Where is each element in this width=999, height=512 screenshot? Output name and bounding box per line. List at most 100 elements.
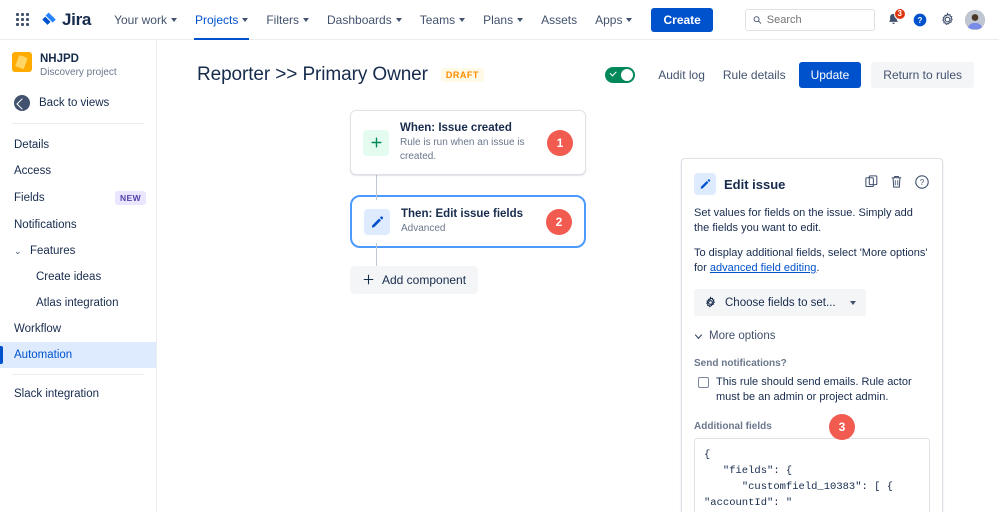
- sidebar-item-label: Features: [30, 245, 76, 257]
- component-text: Then: Edit issue fields Advanced: [401, 207, 535, 236]
- rule-component-action[interactable]: Then: Edit issue fields Advanced 2: [355, 200, 581, 243]
- rule-details-button[interactable]: Rule details: [714, 62, 795, 88]
- duplicate-icon[interactable]: [864, 174, 879, 194]
- audit-log-button[interactable]: Audit log: [649, 62, 714, 88]
- sidebar-item-label: Automation: [14, 349, 73, 361]
- notifications-bell-icon[interactable]: 3: [884, 7, 906, 29]
- chevron-down-icon: [170, 17, 177, 22]
- search-icon: [753, 15, 762, 24]
- panel-header: Edit issue ?: [694, 173, 930, 195]
- step-badge-3: 3: [829, 414, 855, 440]
- rule-component-action-wrapper: Then: Edit issue fields Advanced 2: [350, 195, 586, 248]
- additional-fields-textarea[interactable]: { "fields": { "customfield_10383": [ { "…: [694, 438, 930, 512]
- sidebar-item-label: Slack integration: [14, 388, 100, 400]
- nav-item-dashboards[interactable]: Dashboards: [318, 0, 411, 40]
- sidebar-item-fields[interactable]: Fields NEW: [0, 184, 156, 212]
- app-switcher-icon[interactable]: [10, 8, 34, 32]
- nav-item-projects[interactable]: Projects: [186, 0, 257, 40]
- sidebar-item-create-ideas[interactable]: Create ideas: [0, 264, 156, 290]
- chevron-down-icon: [242, 17, 249, 22]
- rule-component-trigger[interactable]: When: Issue created Rule is run when an …: [350, 110, 586, 175]
- sidebar-item-label: Create ideas: [36, 271, 102, 283]
- plus-trigger-icon: [363, 129, 389, 156]
- sidebar-divider-2: [12, 374, 144, 375]
- add-component-button[interactable]: Add component: [350, 266, 479, 294]
- plus-icon: [362, 273, 375, 287]
- panel-description-2: To display additional fields, select 'Mo…: [694, 246, 930, 276]
- jira-logo[interactable]: Jira: [40, 10, 91, 30]
- return-to-rules-button[interactable]: Return to rules: [871, 62, 974, 88]
- rule-enabled-toggle[interactable]: [605, 67, 636, 83]
- nav-item-assets[interactable]: Assets: [532, 0, 586, 40]
- chevron-down-icon: [626, 17, 633, 22]
- project-type: Discovery project: [40, 67, 117, 78]
- gear-icon[interactable]: [938, 11, 956, 29]
- sidebar-nav-list: Details Access Fields NEW Notifications …: [0, 128, 156, 407]
- trash-icon[interactable]: [889, 174, 904, 194]
- sidebar-item-label: Fields: [14, 192, 45, 204]
- search-input[interactable]: [766, 13, 867, 26]
- project-avatar-icon: [12, 52, 32, 72]
- panel-description-2-suffix: .: [816, 262, 820, 274]
- back-to-views-button[interactable]: Back to views: [0, 91, 156, 121]
- nav-item-plans[interactable]: Plans: [474, 0, 532, 40]
- sidebar-item-notifications[interactable]: Notifications: [0, 212, 156, 238]
- chevron-down-icon: [395, 17, 402, 22]
- more-options-toggle[interactable]: More options: [694, 330, 930, 342]
- chevron-down-icon: ⌄: [14, 245, 22, 256]
- create-button[interactable]: Create: [651, 7, 713, 32]
- panel-title: Edit issue: [724, 176, 786, 192]
- advanced-field-editing-link[interactable]: advanced field editing: [710, 262, 816, 274]
- help-icon[interactable]: ?: [914, 174, 930, 195]
- arrow-left-icon: [14, 95, 30, 111]
- nav-item-filters[interactable]: Filters: [257, 0, 318, 40]
- rule-header: Reporter >> Primary Owner DRAFT Audit lo…: [157, 40, 999, 88]
- page-title: Reporter >> Primary Owner: [197, 64, 428, 85]
- panel-header-icons: ?: [864, 174, 930, 195]
- project-key: NHJPD: [40, 53, 79, 65]
- sidebar-item-automation[interactable]: Automation: [0, 342, 156, 368]
- project-header[interactable]: NHJPD Discovery project: [0, 50, 156, 91]
- help-icon[interactable]: ?: [911, 11, 929, 29]
- nav-item-your-work[interactable]: Your work: [105, 0, 186, 40]
- project-sidebar: NHJPD Discovery project Back to views De…: [0, 40, 157, 512]
- search-box[interactable]: [745, 8, 875, 31]
- sidebar-item-label: Workflow: [14, 323, 62, 335]
- sidebar-item-slack-integration[interactable]: Slack integration: [0, 381, 156, 407]
- status-badge: DRAFT: [440, 68, 484, 82]
- svg-text:?: ?: [920, 178, 925, 187]
- jira-logo-icon: [40, 11, 58, 29]
- nav-item-apps[interactable]: Apps: [586, 0, 641, 40]
- sidebar-item-access[interactable]: Access: [0, 158, 156, 184]
- sidebar-item-atlas-integration[interactable]: Atlas integration: [0, 290, 156, 316]
- svg-text:?: ?: [918, 16, 923, 25]
- send-notifications-label: Send notifications?: [694, 358, 787, 369]
- send-notifications-row[interactable]: This rule should send emails. Rule actor…: [694, 375, 930, 405]
- chevron-down-icon: [517, 17, 524, 22]
- gear-icon: [706, 296, 715, 308]
- rule-flow: When: Issue created Rule is run when an …: [350, 110, 586, 266]
- add-component-label: Add component: [382, 273, 467, 287]
- send-notifications-checkbox[interactable]: [698, 377, 709, 388]
- sidebar-divider: [12, 123, 144, 124]
- choose-fields-dropdown[interactable]: Choose fields to set...: [694, 289, 866, 316]
- step-badge-2: 2: [546, 208, 572, 235]
- top-navigation-bar: Jira Your work Projects Filters Dashboar…: [0, 0, 999, 40]
- update-button[interactable]: Update: [798, 62, 862, 88]
- choose-fields-label: Choose fields to set...: [725, 296, 836, 309]
- chevron-down-icon: [459, 17, 466, 22]
- sidebar-item-label: Atlas integration: [36, 297, 119, 309]
- main-content: Reporter >> Primary Owner DRAFT Audit lo…: [157, 40, 999, 512]
- sidebar-item-features[interactable]: ⌄ Features: [0, 238, 156, 264]
- component-text: When: Issue created Rule is run when an …: [400, 121, 536, 164]
- header-actions: Audit log Rule details Update Return to …: [605, 62, 974, 88]
- sidebar-item-label: Details: [14, 139, 50, 151]
- user-avatar[interactable]: [965, 9, 985, 30]
- sidebar-item-details[interactable]: Details: [0, 132, 156, 158]
- sidebar-item-workflow[interactable]: Workflow: [0, 316, 156, 342]
- step-badge-1: 1: [547, 129, 573, 156]
- nav-item-teams[interactable]: Teams: [411, 0, 474, 40]
- toggle-knob: [621, 69, 634, 81]
- panel-description-1: Set values for fields on the issue. Simp…: [694, 207, 913, 234]
- component-subtitle: Rule is run when an issue is created.: [400, 137, 525, 162]
